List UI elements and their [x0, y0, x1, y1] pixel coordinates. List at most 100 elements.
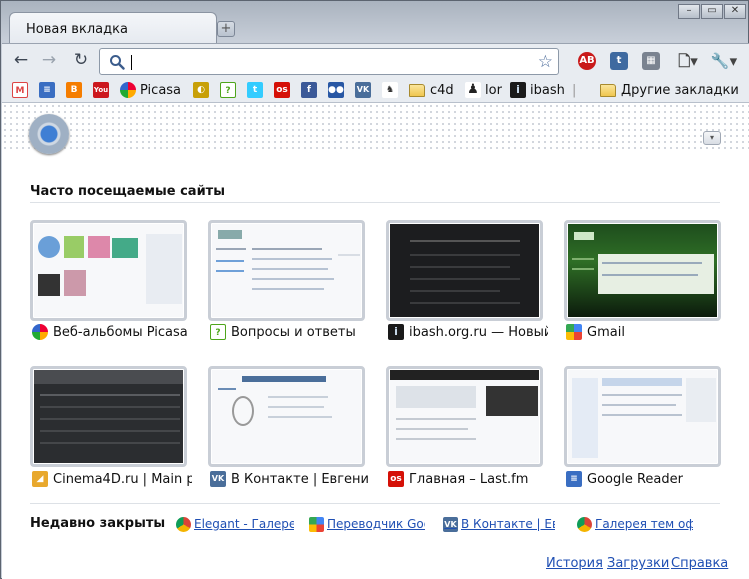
tux-icon: ♟ [465, 82, 481, 98]
tile-label-reader[interactable]: ≡ Google Reader [566, 470, 726, 488]
divider [30, 202, 720, 203]
forward-button[interactable]: → [38, 51, 60, 71]
folder-icon [600, 83, 616, 97]
thumbnail-answers[interactable] [208, 220, 365, 321]
thumbnail-lastfm[interactable] [386, 366, 543, 467]
thumbnail-vk[interactable] [208, 366, 365, 467]
bookmark-label: lor [485, 82, 502, 98]
twitter-icon: t [247, 82, 263, 98]
bookmark-folder-c4d[interactable]: c4d [409, 81, 454, 99]
cinema4d-icon: ◢ [32, 471, 48, 487]
thumbnail-preview [568, 370, 717, 463]
tile-label-answers[interactable]: ? Вопросы и ответы [210, 323, 370, 341]
github-icon: ♞ [382, 82, 398, 98]
tile-title: Главная – Last.fm [409, 471, 529, 487]
thumbnail-cinema4d[interactable] [30, 366, 187, 467]
downloads-link[interactable]: Загрузки [607, 556, 669, 571]
tile-title: Веб-альбомы Picasa [53, 324, 188, 340]
bookmark-lastfm[interactable]: os [274, 81, 294, 99]
bookmark-banana[interactable]: ◐ [193, 81, 213, 99]
thumbnail-picasa[interactable] [30, 220, 187, 321]
back-button[interactable]: ← [10, 51, 32, 71]
ibash-icon: i [388, 324, 404, 340]
banana-icon: ◐ [193, 82, 209, 98]
thumbnail-preview [34, 224, 183, 317]
tile-label-lastfm[interactable]: os Главная – Last.fm [388, 470, 548, 488]
search-icon [110, 55, 125, 70]
page-menu-icon[interactable]: 🗋▾ [674, 52, 702, 70]
bookmark-picasa[interactable]: Picasa [120, 81, 181, 99]
blogger-icon: B [66, 82, 82, 98]
gmail-icon: M [12, 82, 28, 98]
thumbnail-reader[interactable] [564, 366, 721, 467]
other-bookmarks-folder[interactable]: Другие закладки [600, 81, 739, 99]
maximize-button[interactable]: ▭ [701, 4, 723, 19]
text-caret [131, 55, 132, 70]
other-bookmarks-label: Другие закладки [621, 82, 739, 98]
close-button[interactable]: ✕ [724, 4, 746, 19]
lastfm-icon: os [388, 471, 404, 487]
reader-icon: ≡ [566, 471, 582, 487]
chrome-icon [176, 516, 191, 532]
tile-title: Google Reader [587, 471, 683, 487]
tile-label-gmail[interactable]: Gmail [566, 323, 726, 341]
minimize-button[interactable]: – [678, 4, 700, 19]
bookmark-vk[interactable]: VK [355, 81, 375, 99]
recent-link-label: В Контакте | Евгений [461, 517, 555, 531]
divider [30, 503, 720, 504]
bookmark-blogger[interactable]: B [66, 81, 86, 99]
extension-icon[interactable]: ▦ [642, 52, 660, 70]
tile-label-ibash[interactable]: i ibash.org.ru — Новый цитатник Рунета [388, 323, 548, 341]
collapse-menu-button[interactable]: ▾ [703, 131, 721, 145]
thumbnail-ibash[interactable] [386, 220, 543, 321]
tile-label-vk[interactable]: VK В Контакте | Евгений [210, 470, 370, 488]
google-icon [566, 324, 582, 340]
tile-label-picasa[interactable]: Веб-альбомы Picasa [32, 323, 192, 341]
thumbnail-gmail[interactable] [564, 220, 721, 321]
tile-title: Gmail [587, 324, 625, 340]
tile-title: Cinema4D.ru | Main page [53, 471, 192, 487]
recent-link-translate[interactable]: Переводчик Google [309, 516, 425, 532]
adblock-icon[interactable]: AB [578, 52, 596, 70]
bookmark-github[interactable]: ♞ [382, 81, 402, 99]
reload-button[interactable]: ↻ [70, 51, 92, 71]
window-controls: – ▭ ✕ [678, 4, 746, 19]
recent-link-label: Галерея тем оформления [595, 517, 693, 531]
ibash-icon: i [510, 82, 526, 98]
google-icon [309, 516, 324, 532]
facebook-icon: f [301, 82, 317, 98]
thumbnail-preview [212, 224, 361, 317]
history-link[interactable]: История [546, 556, 603, 571]
tile-label-cinema4d[interactable]: ◢ Cinema4D.ru | Main page [32, 470, 192, 488]
recent-link-elegant[interactable]: Elegant - Галерея тем [176, 516, 294, 532]
bookmark-label: c4d [430, 82, 454, 98]
header-pattern [2, 103, 749, 151]
bookmark-twitter[interactable]: t [247, 81, 267, 99]
bookmark-youtube[interactable]: You [93, 81, 113, 99]
bookmark-answers[interactable]: ? [220, 81, 240, 99]
bookmark-lor[interactable]: ♟ lor [465, 81, 502, 99]
bookmark-star-icon[interactable]: ☆ [538, 52, 553, 72]
tab-new-tab[interactable]: Новая вкладка [9, 12, 217, 43]
bookmark-myspace[interactable]: ●● [328, 81, 348, 99]
new-tab-page: ▾ Часто посещаемые сайты Веб-альбомы Pic… [2, 103, 749, 579]
new-tab-button[interactable]: + [217, 21, 235, 37]
picasa-icon [32, 324, 48, 340]
wrench-menu-icon[interactable]: 🔧▾ [710, 52, 738, 70]
bookmarks-separator: | [572, 82, 577, 98]
bookmark-facebook[interactable]: f [301, 81, 321, 99]
rss-icon: ≡ [39, 82, 55, 98]
tab-strip: Новая вкладка + – ▭ ✕ [1, 1, 749, 43]
tumblr-icon[interactable]: t [610, 52, 628, 70]
vk-icon: VK [210, 471, 226, 487]
recent-link-themes[interactable]: Галерея тем оформления [577, 516, 693, 532]
bookmark-gmail[interactable]: M [12, 81, 32, 99]
bookmark-rss[interactable]: ≡ [39, 81, 59, 99]
bookmark-ibash[interactable]: i ibash [510, 81, 565, 99]
answers-icon: ? [220, 82, 236, 98]
tile-title: В Контакте | Евгений [231, 471, 370, 487]
vk-icon: VK [443, 516, 458, 532]
help-link[interactable]: Справка [671, 556, 728, 571]
address-bar[interactable]: ☆ [99, 48, 559, 75]
recent-link-vk[interactable]: VK В Контакте | Евгений [443, 516, 555, 532]
